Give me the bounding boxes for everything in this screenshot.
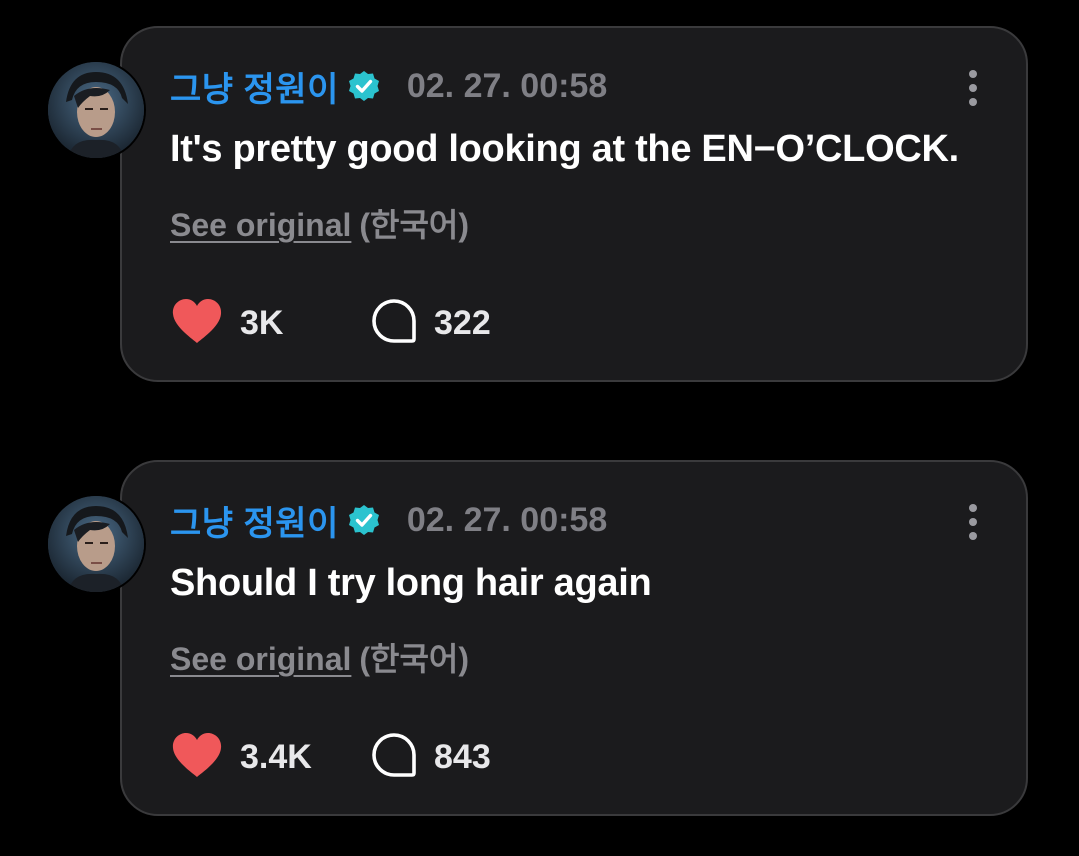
post-actions: 3.4K 843 bbox=[170, 732, 491, 782]
message-post: 그냥 정원이 02. 27. 00:58 Should I try long h… bbox=[0, 460, 1079, 820]
avatar[interactable] bbox=[48, 496, 144, 592]
comment-bubble-icon bbox=[370, 297, 418, 350]
comment-button[interactable]: 843 bbox=[370, 731, 491, 784]
post-card[interactable]: 그냥 정원이 02. 27. 00:58 Should I try long h… bbox=[120, 460, 1028, 816]
translation-row: See original (한국어) bbox=[170, 634, 469, 680]
original-language: (한국어) bbox=[359, 641, 470, 677]
more-vertical-icon[interactable] bbox=[966, 68, 980, 108]
timestamp: 02. 27. 00:58 bbox=[406, 500, 608, 539]
comment-count: 322 bbox=[434, 303, 491, 342]
translation-row: See original (한국어) bbox=[170, 200, 469, 246]
timestamp: 02. 27. 00:58 bbox=[406, 66, 608, 105]
comment-button[interactable]: 322 bbox=[370, 297, 491, 350]
author-name[interactable]: 그냥 정원이 bbox=[170, 496, 339, 545]
verified-badge-icon bbox=[347, 69, 381, 103]
avatar[interactable] bbox=[48, 62, 144, 158]
post-header: 그냥 정원이 02. 27. 00:58 bbox=[170, 496, 608, 545]
like-count: 3.4K bbox=[240, 737, 312, 776]
more-vertical-icon[interactable] bbox=[966, 502, 980, 542]
verified-badge-icon bbox=[347, 503, 381, 537]
message-post: 그냥 정원이 02. 27. 00:58 It's pretty good lo… bbox=[0, 26, 1079, 386]
message-text: It's pretty good looking at the EN−O’CLO… bbox=[170, 128, 959, 170]
message-text: Should I try long hair again bbox=[170, 562, 652, 604]
see-original-link[interactable]: See original bbox=[170, 207, 351, 243]
like-button[interactable]: 3.4K bbox=[170, 731, 370, 784]
author-name[interactable]: 그냥 정원이 bbox=[170, 62, 339, 111]
comment-count: 843 bbox=[434, 737, 491, 776]
post-actions: 3K 322 bbox=[170, 298, 491, 348]
post-card[interactable]: 그냥 정원이 02. 27. 00:58 It's pretty good lo… bbox=[120, 26, 1028, 382]
see-original-link[interactable]: See original bbox=[170, 641, 351, 677]
comment-bubble-icon bbox=[370, 731, 418, 784]
heart-icon bbox=[170, 731, 224, 784]
post-header: 그냥 정원이 02. 27. 00:58 bbox=[170, 62, 608, 111]
heart-icon bbox=[170, 297, 224, 350]
original-language: (한국어) bbox=[359, 207, 470, 243]
like-button[interactable]: 3K bbox=[170, 297, 370, 350]
like-count: 3K bbox=[240, 303, 284, 342]
